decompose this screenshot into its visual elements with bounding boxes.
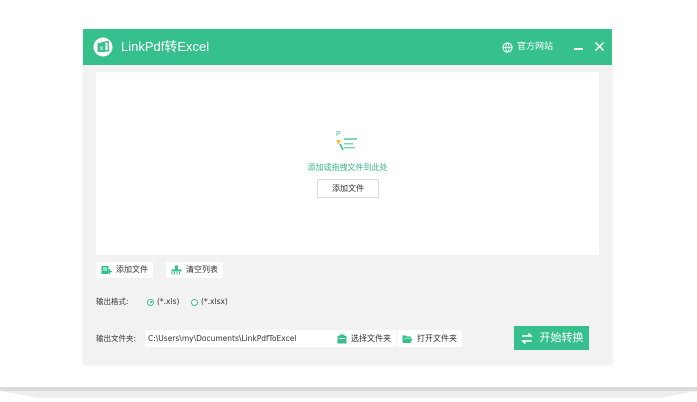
clear-list-icon — [171, 265, 182, 275]
format-xlsx-label: (*.xlsx) — [201, 297, 228, 306]
doc-icon-letter: P — [336, 131, 341, 138]
clear-list-button[interactable]: 清空列表 — [166, 262, 223, 278]
folder-open-icon — [402, 335, 413, 343]
open-folder-button[interactable]: 打开文件夹 — [397, 330, 462, 347]
start-convert-label: 开始转换 — [539, 331, 584, 344]
format-radio-xls[interactable]: (*.xls) — [147, 297, 179, 307]
device-base-decoration — [0, 387, 697, 398]
official-site-link[interactable]: 官方网站 — [502, 40, 553, 54]
clear-list-label: 清空列表 — [186, 265, 218, 274]
radio-dot — [147, 298, 154, 306]
minimize-button[interactable] — [573, 42, 584, 53]
output-format-label: 输出格式: — [96, 297, 129, 306]
app-logo-icon: x — [93, 37, 113, 57]
add-file-icon — [101, 266, 112, 274]
output-folder-label: 输出文件夹: — [96, 334, 137, 343]
app-window: x LinkPdf转Excel 官方网站 P 添加文件 添加或拖拽文件到此处 添… — [83, 29, 612, 364]
start-convert-button[interactable]: 开始转换 — [514, 326, 589, 350]
app-title: LinkPdf转Excel — [121, 39, 210, 54]
add-file-label: 添加文件 — [116, 265, 148, 274]
folder-select-icon — [337, 334, 347, 343]
official-site-label: 官方网站 — [517, 42, 554, 52]
title-bar: x LinkPdf转Excel 官方网站 — [83, 29, 612, 65]
convert-arrows-icon — [520, 332, 533, 344]
document-add-icon: P — [336, 131, 357, 151]
format-radio-xlsx[interactable]: (*.xlsx) — [191, 297, 228, 307]
open-folder-label: 打开文件夹 — [417, 333, 457, 343]
output-path-input[interactable] — [145, 330, 332, 347]
add-file-button[interactable]: 添加文件 — [96, 262, 153, 278]
select-folder-button[interactable]: 选择文件夹 — [332, 330, 396, 347]
drop-hint-text: 添加或拖拽文件到此处 — [307, 163, 388, 172]
select-folder-label: 选择文件夹 — [351, 333, 391, 343]
radio-dot — [191, 298, 198, 306]
close-icon[interactable] — [594, 41, 605, 52]
file-drop-zone[interactable]: P 添加文件 添加或拖拽文件到此处 — [96, 72, 599, 255]
format-xls-label: (*.xls) — [157, 297, 180, 306]
globe-icon — [502, 41, 513, 53]
add-file-center-button[interactable]: 添加文件 — [317, 179, 379, 198]
